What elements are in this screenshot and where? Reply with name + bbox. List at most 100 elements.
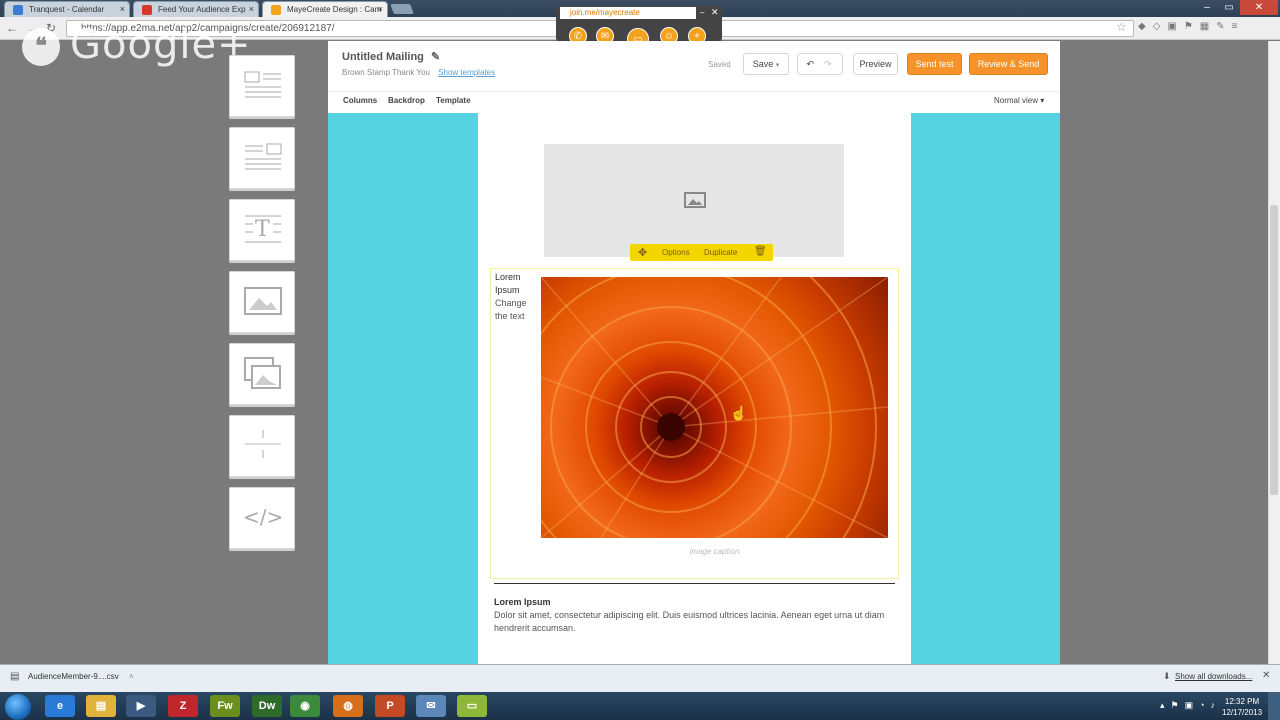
taskbar-chat-icon[interactable]: ▭ (457, 695, 487, 717)
show-desktop-button[interactable] (1268, 692, 1280, 720)
preview-button[interactable]: Preview (853, 53, 898, 75)
tray-icons[interactable]: ▴⚑▣◔♪ (1160, 700, 1221, 711)
text-block[interactable] (229, 55, 295, 117)
tab-mayecreate[interactable]: MayeCreate Design : Cam × (262, 1, 388, 17)
image-placeholder[interactable] (544, 144, 844, 257)
image-caption[interactable]: image caption (541, 547, 888, 556)
block-text-title: Lorem Ipsum (495, 272, 521, 295)
taskbar-explorer-icon[interactable]: ▤ (86, 695, 116, 717)
duplicate-button[interactable]: Duplicate (704, 248, 737, 257)
code-block[interactable]: </> (229, 487, 295, 549)
text-columns-block[interactable]: T (229, 199, 295, 261)
close-icon[interactable]: × (120, 4, 125, 14)
subnav-columns[interactable]: Columns (343, 96, 377, 105)
image-block[interactable] (229, 271, 295, 333)
taskbar-media-icon[interactable]: ▶ (126, 695, 156, 717)
show-templates-link[interactable]: Show templates (438, 68, 495, 77)
tab-label: Feed Your Audience Exp (158, 5, 246, 14)
taskbar-filezilla-icon[interactable]: Z (168, 695, 198, 717)
view-selector[interactable]: Normal view ▾ (994, 96, 1044, 105)
options-button[interactable]: Options (662, 248, 690, 257)
send-test-button[interactable]: Send test (907, 53, 962, 75)
extension-icons[interactable]: ◆◇▣⚑▦✎≡ (1138, 21, 1268, 35)
csv-file-icon: ▤ (10, 671, 20, 682)
text-image-icon (245, 143, 282, 170)
text-block-icon (244, 71, 281, 98)
joinme-close-icon[interactable]: ✕ (711, 7, 719, 18)
undo-icon[interactable]: ↶ (806, 59, 824, 69)
trash-icon[interactable]: 🗑 (754, 246, 767, 257)
taskbar-chrome-icon[interactable]: ◉ (290, 695, 320, 717)
download-filename: AudienceMember-9....csv (28, 672, 119, 681)
saved-status: Saved (708, 60, 731, 69)
block-text[interactable]: Lorem Ipsum Change the text (495, 271, 535, 323)
system-clock[interactable]: 12:32 PM 12/17/2013 (1222, 696, 1262, 718)
save-label: Save (752, 59, 774, 69)
joinme-url: join.me/mayecreate (560, 7, 696, 19)
tab-label: MayeCreate Design : Cam (287, 5, 382, 14)
tab-calendar[interactable]: Tranquest - Calendar × (4, 1, 130, 17)
close-window-button[interactable]: ✕ (1240, 0, 1278, 15)
image-group-icon (244, 357, 281, 389)
chevron-down-icon[interactable]: ▾ (776, 62, 780, 69)
move-icon[interactable]: ✥ (638, 246, 647, 259)
close-icon[interactable]: ✕ (1262, 670, 1270, 681)
divider-block[interactable] (229, 415, 295, 477)
taskbar-outlook-icon[interactable]: ✉ (416, 695, 446, 717)
maximize-button[interactable]: ▭ (1218, 0, 1240, 15)
emma-icon (271, 5, 281, 15)
mailing-title-text: Untitled Mailing (342, 51, 424, 63)
hand-cursor-icon: ☝ (730, 405, 748, 421)
taskbar-ie-icon[interactable]: e (45, 695, 75, 717)
start-button[interactable] (5, 694, 31, 720)
back-icon[interactable]: ← (6, 21, 18, 35)
minimize-button[interactable]: – (1196, 0, 1218, 15)
show-all-downloads-link[interactable]: Show all downloads... (1175, 672, 1252, 681)
taskbar-firefox-icon[interactable]: ◍ (333, 695, 363, 717)
image-icon (244, 287, 282, 315)
close-icon[interactable]: × (378, 4, 383, 14)
close-icon[interactable]: × (249, 4, 254, 14)
taskbar-dreamweaver-icon[interactable]: Dw (252, 695, 282, 717)
subnav-template[interactable]: Template (436, 96, 471, 105)
review-send-button[interactable]: Review & Send (969, 53, 1048, 75)
taskbar-powerpoint-icon[interactable]: P (375, 695, 405, 717)
redo-icon[interactable]: ↷ (824, 59, 842, 69)
mailing-title[interactable]: Untitled Mailing ✎ (342, 50, 440, 63)
clock-time: 12:32 PM (1224, 697, 1260, 706)
block-toolbar: ✥ Options Duplicate 🗑 (630, 244, 773, 261)
clock-date: 12/17/2013 (1222, 708, 1263, 717)
image-group-block[interactable] (229, 343, 295, 405)
svg-text:T: T (255, 217, 270, 242)
gmail-icon (142, 5, 152, 15)
template-name: Brown Stamp Thank You (342, 68, 430, 77)
download-bar (0, 664, 1280, 692)
code-icon: </> (243, 505, 283, 529)
joinme-minimize-icon[interactable]: – (700, 8, 704, 17)
chevron-up-icon[interactable]: ˄ (129, 672, 134, 681)
content-divider (494, 583, 895, 584)
subnav-backdrop[interactable]: Backdrop (388, 96, 425, 105)
taskbar-fireworks-icon[interactable]: Fw (210, 695, 240, 717)
download-arrow-icon: ⬇ (1163, 671, 1171, 681)
google-plus-watermark: Google+ (70, 22, 252, 68)
pencil-icon[interactable]: ✎ (431, 51, 440, 63)
mailing-subtitle: Brown Stamp Thank You Show templates (342, 68, 495, 77)
undo-redo-group[interactable]: ↶↷ (797, 53, 843, 75)
new-tab-button[interactable] (390, 4, 414, 14)
star-icon[interactable]: ☆ (1116, 20, 1127, 34)
image-icon (684, 192, 706, 208)
flower-image[interactable] (541, 277, 888, 538)
block-text-body: Change the text (495, 298, 527, 321)
view-label: Normal view (994, 96, 1039, 105)
tab-feed[interactable]: Feed Your Audience Exp × (133, 1, 259, 17)
lorem-heading: Lorem Ipsum (494, 597, 551, 607)
scrollbar-thumb[interactable] (1270, 205, 1278, 495)
chevron-down-icon: ▾ (1040, 96, 1045, 105)
download-item[interactable]: ▤ AudienceMember-9....csv ˄ (6, 669, 138, 687)
save-button[interactable]: Save ▾ (743, 53, 789, 75)
flower-petals-graphic (541, 277, 888, 538)
text-image-block[interactable] (229, 127, 295, 189)
text-block-content[interactable]: Lorem Ipsum Dolor sit amet, consectetur … (494, 596, 894, 635)
hangout-quote-icon: ❝ (22, 28, 60, 66)
